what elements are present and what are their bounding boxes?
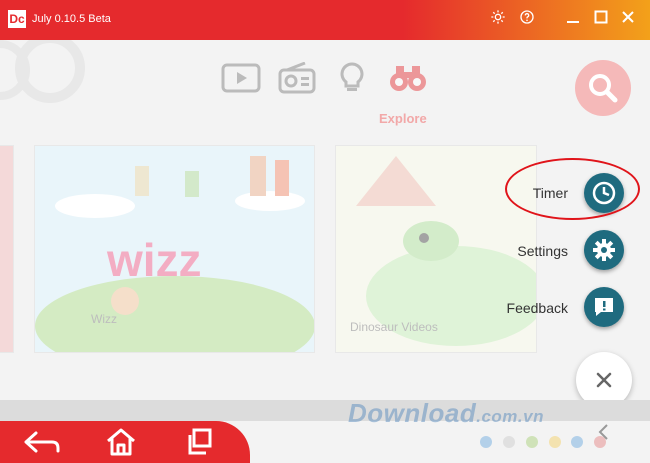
video-icon[interactable] <box>221 62 261 94</box>
radio-icon[interactable] <box>277 61 317 94</box>
lightbulb-icon[interactable] <box>332 62 372 94</box>
binoculars-icon[interactable] <box>388 62 428 94</box>
feedback-button[interactable] <box>584 287 624 327</box>
search-icon <box>589 74 618 103</box>
page-dot <box>526 436 538 448</box>
page-dot <box>571 436 583 448</box>
close-window-icon[interactable] <box>617 9 639 31</box>
settings-gear-icon[interactable] <box>487 9 509 31</box>
card-partial-left[interactable] <box>0 145 14 353</box>
search-button[interactable] <box>575 60 631 116</box>
watermark: Download.com.vn <box>348 398 544 428</box>
card-caption: Wizz <box>91 312 117 326</box>
bottom-gray-band <box>0 400 650 422</box>
maximize-icon[interactable] <box>590 9 612 31</box>
page-dot <box>480 436 492 448</box>
help-icon[interactable] <box>516 9 538 31</box>
gear-icon <box>593 239 615 261</box>
app-logo: Dc <box>8 10 26 28</box>
title-bar: Dc July 0.10.5 Beta <box>0 0 650 40</box>
feedback-label[interactable]: Feedback <box>492 300 568 316</box>
timer-highlight-annotation <box>505 158 640 220</box>
settings-label[interactable]: Settings <box>505 243 568 259</box>
page-dot <box>549 436 561 448</box>
settings-button[interactable] <box>584 230 624 270</box>
chevron-left-icon[interactable] <box>596 422 612 442</box>
minimize-icon[interactable] <box>562 9 584 31</box>
home-icon[interactable] <box>104 426 138 458</box>
category-nav <box>0 48 650 128</box>
window-title: July 0.10.5 Beta <box>32 13 111 25</box>
page-dot <box>503 436 515 448</box>
bottom-nav <box>0 421 250 463</box>
feedback-icon <box>595 298 613 316</box>
card-wizz[interactable]: wizz Wizz <box>34 145 315 353</box>
card-caption: Dinosaur Videos <box>350 320 438 334</box>
back-icon[interactable] <box>22 427 62 457</box>
explore-label[interactable]: Explore <box>379 111 427 126</box>
recent-apps-icon[interactable] <box>184 427 216 457</box>
